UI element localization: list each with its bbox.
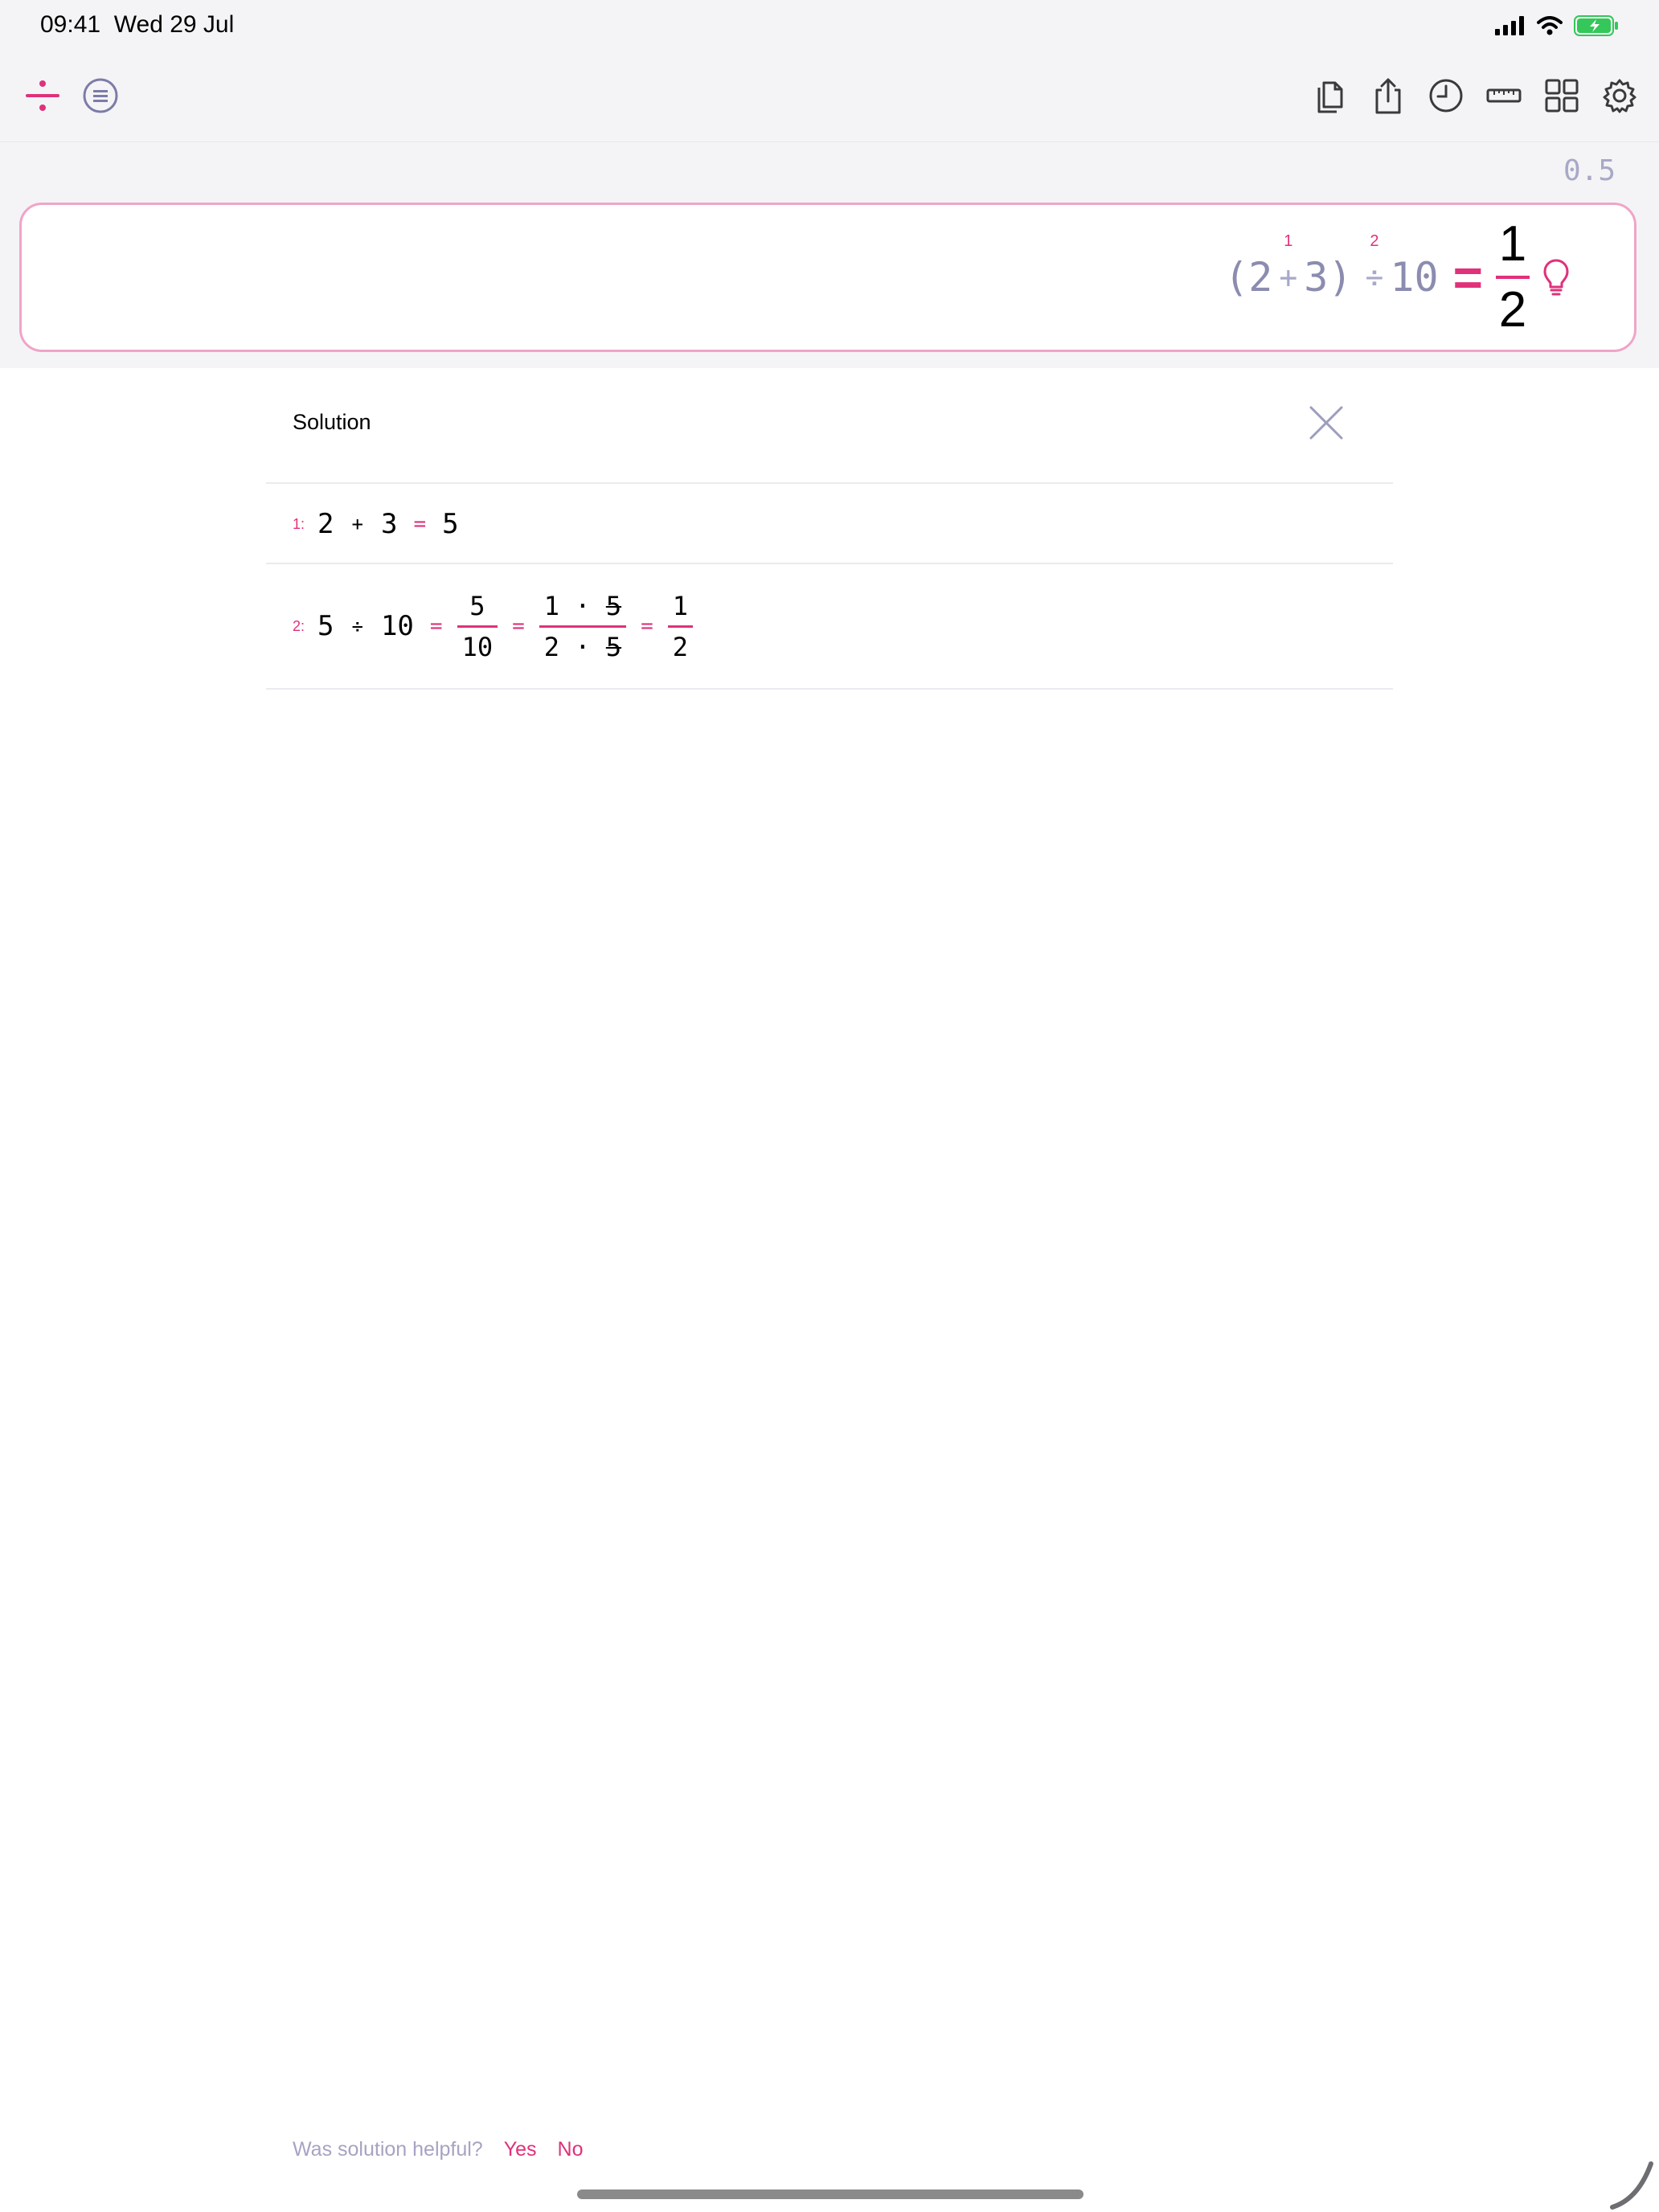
- wifi-icon: [1537, 16, 1563, 35]
- divide-button[interactable]: [23, 76, 63, 116]
- multiply-dot: ·: [575, 590, 591, 621]
- result-fraction: 1 2: [1496, 216, 1530, 338]
- grid-icon: [1545, 79, 1579, 113]
- status-icons: [1495, 13, 1619, 39]
- close-solution-button[interactable]: [1309, 405, 1344, 440]
- plus-symbol: +: [1279, 260, 1298, 295]
- step1-equals: =: [413, 512, 427, 536]
- operand-a: 2: [1248, 254, 1273, 301]
- step1-operator: +: [351, 513, 363, 535]
- ruler-button[interactable]: [1484, 76, 1524, 116]
- solution-step-1: 1: 2 + 3 = 5: [293, 503, 459, 545]
- cellular-signal-icon: [1495, 16, 1524, 35]
- fraction-cancel: 1 · 5 2 · 5: [539, 588, 627, 665]
- copy-icon: [1317, 81, 1343, 113]
- step2-equals-2: =: [512, 614, 525, 638]
- copy-button[interactable]: [1310, 76, 1350, 116]
- fraction-denominator: 2 · 5: [544, 629, 621, 665]
- decimal-result: 0.5: [1563, 154, 1616, 187]
- menu-button[interactable]: [80, 76, 121, 116]
- fraction-bar: [667, 625, 693, 628]
- toolbar-left: [23, 76, 121, 116]
- step2-operand-a: 5: [317, 610, 334, 642]
- operand-c: 10: [1390, 254, 1439, 301]
- fraction-numerator: 5: [469, 590, 485, 621]
- settings-button[interactable]: [1600, 76, 1640, 116]
- feedback-bar: Was solution helpful? Yes No: [293, 2138, 583, 2161]
- plus-operator[interactable]: 1 +: [1279, 232, 1298, 295]
- fraction-denominator: 10: [461, 631, 494, 662]
- solution-title: Solution: [293, 410, 371, 434]
- open-paren: (: [1224, 254, 1249, 301]
- cancelled-factor: 5: [605, 590, 622, 621]
- history-button[interactable]: [1426, 76, 1466, 116]
- result-numerator: 1: [1498, 216, 1527, 272]
- step2-operand-b: 10: [380, 610, 414, 642]
- solution-step-2: 2: 5 ÷ 10 = 5 10 = 1 · 5 2 · 5 = 1 2: [293, 582, 693, 670]
- step-marker-2: 2: [1370, 232, 1379, 250]
- fraction-denominator: 2: [672, 631, 688, 662]
- home-indicator[interactable]: [577, 2189, 1083, 2199]
- step2-operator: ÷: [351, 615, 363, 637]
- solution-divider: [266, 688, 1393, 690]
- step1-result: 5: [442, 508, 459, 540]
- solution-divider: [266, 563, 1393, 564]
- toolbar-divider: [0, 141, 1659, 142]
- step1-operand-b: 3: [380, 508, 398, 540]
- expression-input[interactable]: ( 2 1 + 3 ) 2 ÷ 10 = 1 2: [19, 203, 1636, 352]
- divide-symbol: ÷: [1365, 260, 1384, 295]
- battery-charging-icon: [1574, 15, 1618, 36]
- share-button[interactable]: [1368, 76, 1408, 116]
- step1-operand-a: 2: [317, 508, 334, 540]
- status-time: 09:41: [40, 11, 101, 38]
- step-marker-1: 1: [1284, 232, 1293, 250]
- menu-icon: [83, 78, 118, 113]
- toolbar-right: [1310, 76, 1640, 116]
- fraction-bar: [539, 625, 627, 628]
- expression: ( 2 1 + 3 ) 2 ÷ 10 = 1 2: [1224, 205, 1570, 350]
- settings-icon: [1603, 79, 1636, 113]
- solution-divider: [266, 482, 1393, 484]
- close-icon: [1309, 406, 1343, 440]
- calculator-area: 09:41 Wed 29 Jul 0.5 (2 1 + 3) 2 ÷ 10 …: [0, 0, 1659, 368]
- hint-button[interactable]: [1542, 258, 1570, 297]
- share-icon: [1375, 78, 1401, 114]
- lightbulb-icon: [1543, 259, 1569, 296]
- grid-button[interactable]: [1542, 76, 1582, 116]
- step2-equals-1: =: [429, 614, 443, 638]
- fraction-1-2: 1 2: [667, 588, 693, 665]
- fraction-bar: [457, 625, 498, 628]
- status-date: Wed 29 Jul: [113, 11, 235, 38]
- feedback-no-button[interactable]: No: [558, 2138, 584, 2161]
- status-clock: 09:41 Wed 29 Jul: [40, 11, 234, 39]
- feedback-yes-button[interactable]: Yes: [504, 2138, 537, 2161]
- numerator-factor: 1: [543, 590, 560, 621]
- fraction-numerator: 1 · 5: [544, 588, 621, 624]
- denominator-factor: 2: [543, 631, 560, 662]
- scribble-indicator-icon: [1610, 2161, 1653, 2210]
- history-icon: [1429, 79, 1463, 113]
- divide-icon: [26, 80, 59, 111]
- operand-b: 3: [1304, 254, 1329, 301]
- fraction-5-10: 5 10: [457, 588, 498, 665]
- cancelled-factor: 5: [605, 631, 622, 662]
- divide-operator[interactable]: 2 ÷: [1365, 232, 1384, 295]
- feedback-question: Was solution helpful?: [293, 2138, 483, 2161]
- fraction-numerator: 1: [672, 590, 688, 621]
- multiply-dot: ·: [575, 631, 591, 662]
- fraction-bar: [1496, 276, 1530, 279]
- step-label: 2:: [293, 617, 305, 634]
- step-label: 1:: [293, 515, 305, 532]
- close-paren: ): [1328, 254, 1353, 301]
- step2-equals-3: =: [641, 614, 653, 638]
- result-denominator: 2: [1498, 282, 1527, 338]
- equals-sign: =: [1452, 248, 1483, 306]
- ruler-icon: [1486, 88, 1522, 103]
